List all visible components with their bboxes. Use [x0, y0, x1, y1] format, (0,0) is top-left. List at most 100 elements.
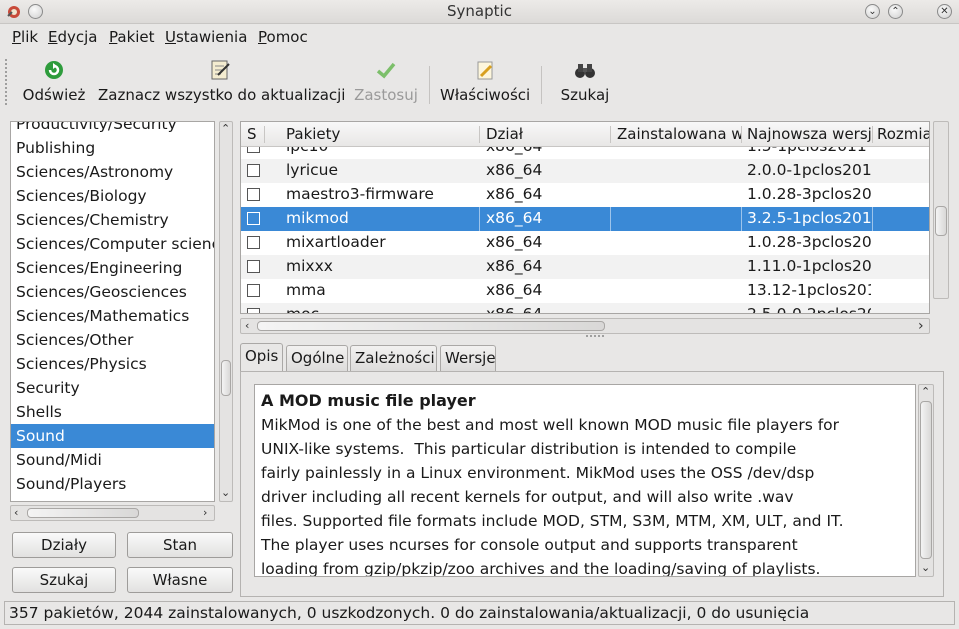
- menu-edit[interactable]: Edycja: [48, 28, 98, 46]
- search-button[interactable]: Szukaj: [558, 58, 612, 104]
- package-name: mixartloader: [286, 233, 386, 251]
- menu-settings[interactable]: Ustawienia: [165, 28, 247, 46]
- search-results-filter-button[interactable]: Szukaj: [12, 567, 116, 593]
- section-item[interactable]: Productivity/Security: [11, 122, 214, 136]
- apply-button[interactable]: Zastosuj: [354, 58, 418, 104]
- package-row[interactable]: moc x86_64 2.5.0-0.2pclos2014: [241, 303, 929, 314]
- package-table[interactable]: lpc10x86_641.5-1pclos2011lyricuex86_642.…: [240, 121, 930, 314]
- packages-vertical-scrollbar[interactable]: [933, 121, 949, 299]
- package-row[interactable]: mma x86_64 13.12-1pclos2014: [241, 279, 929, 303]
- title-bar: Synaptic ⌄ ⌃ ✕: [0, 0, 959, 24]
- maximize-button[interactable]: ⌃: [888, 4, 903, 19]
- sections-horizontal-scrollbar[interactable]: ‹ ›: [10, 505, 215, 521]
- section-item[interactable]: Shells: [11, 400, 214, 424]
- close-button[interactable]: ✕: [937, 4, 952, 19]
- sections-vertical-scrollbar[interactable]: ⌃ ⌄: [219, 121, 233, 502]
- package-row[interactable]: lyricue x86_64 2.0.0-1pclos2011: [241, 159, 929, 183]
- package-section: x86_64: [486, 257, 543, 275]
- section-item[interactable]: Sciences/Computer science: [11, 232, 214, 256]
- custom-filter-button[interactable]: Własne: [127, 567, 233, 593]
- toolbar-separator: [429, 66, 430, 104]
- section-item[interactable]: Sciences/Physics: [11, 352, 214, 376]
- scroll-down-arrow-icon[interactable]: ⌄: [921, 561, 930, 574]
- package-row[interactable]: mixartloader x86_64 1.0.28-3pclos2014: [241, 231, 929, 255]
- description-vertical-scrollbar[interactable]: ⌃ ⌄: [918, 384, 934, 577]
- package-checkbox[interactable]: [247, 212, 260, 225]
- package-checkbox[interactable]: [247, 284, 260, 297]
- status-filter-button[interactable]: Stan: [127, 532, 233, 558]
- package-row[interactable]: mixxx x86_64 1.11.0-1pclos2012: [241, 255, 929, 279]
- column-section[interactable]: Dział: [486, 125, 606, 143]
- status-bar: 357 pakietów, 2044 zainstalowanych, 0 us…: [4, 601, 955, 625]
- section-item[interactable]: Security: [11, 376, 214, 400]
- section-item[interactable]: Sciences/Geosciences: [11, 280, 214, 304]
- menu-help[interactable]: Pomoc: [258, 28, 308, 46]
- package-checkbox[interactable]: [247, 236, 260, 249]
- sections-filter-button[interactable]: Działy: [12, 532, 116, 558]
- package-checkbox[interactable]: [247, 164, 260, 177]
- package-name: lyricue: [286, 161, 339, 179]
- menu-package[interactable]: Pakiet: [109, 28, 155, 46]
- package-latest-version: 1.0.28-3pclos2014: [747, 233, 871, 251]
- tab-general[interactable]: Ogólne: [286, 345, 348, 371]
- column-package[interactable]: Pakiety: [286, 125, 476, 143]
- description-line: driver including all recent kernels for …: [261, 488, 794, 506]
- column-size[interactable]: Rozmia: [877, 125, 929, 143]
- tab-description[interactable]: Opis: [240, 343, 283, 373]
- section-item[interactable]: Publishing: [11, 136, 214, 160]
- packages-scroll-thumb[interactable]: [935, 206, 947, 236]
- package-name: maestro3-firmware: [286, 185, 434, 203]
- description-line: MikMod is one of the best and most well …: [261, 416, 840, 434]
- mark-all-upgrades-button[interactable]: Zaznacz wszystko do aktualizacji: [98, 58, 345, 104]
- scroll-up-arrow-icon[interactable]: ⌃: [221, 122, 230, 135]
- package-checkbox[interactable]: [247, 260, 260, 273]
- sections-scroll-thumb[interactable]: [221, 360, 231, 396]
- scroll-up-arrow-icon[interactable]: ⌃: [921, 385, 930, 398]
- section-item[interactable]: System/Environment/B...: [11, 496, 214, 501]
- scroll-right-arrow-icon[interactable]: ›: [203, 506, 207, 519]
- minimize-button[interactable]: ⌄: [865, 4, 880, 19]
- sections-hscroll-thumb[interactable]: [27, 508, 139, 518]
- refresh-icon: [45, 61, 63, 79]
- package-row[interactable]: mikmod x86_64 3.2.5-1pclos2014: [241, 207, 929, 231]
- properties-button[interactable]: Właściwości: [440, 58, 530, 104]
- column-installed-version[interactable]: Zainstalowana w: [617, 125, 741, 143]
- sections-list[interactable]: Productivity/Security Publishing Sciences/…: [10, 121, 215, 502]
- section-item[interactable]: Sciences/Mathematics: [11, 304, 214, 328]
- section-item[interactable]: Sound: [11, 424, 214, 448]
- packages-horizontal-scrollbar[interactable]: ‹: [240, 318, 930, 334]
- packages-hscroll-thumb[interactable]: [257, 321, 605, 331]
- description-scroll-thumb[interactable]: [920, 401, 932, 559]
- package-section: x86_64: [486, 185, 543, 203]
- package-latest-version: 13.12-1pclos2014: [747, 281, 871, 299]
- section-item[interactable]: Sciences/Biology: [11, 184, 214, 208]
- tab-versions[interactable]: Wersje: [440, 345, 496, 371]
- tab-dependencies[interactable]: Zależności: [350, 345, 437, 371]
- section-item[interactable]: Sound/Midi: [11, 448, 214, 472]
- column-status[interactable]: S: [247, 125, 261, 143]
- section-item[interactable]: Sciences/Engineering: [11, 256, 214, 280]
- section-item[interactable]: Sciences/Other: [11, 328, 214, 352]
- section-item[interactable]: Sciences/Chemistry: [11, 208, 214, 232]
- properties-icon: [477, 61, 493, 80]
- package-table-header: S Pakiety Dział Zainstalowana w Najnowsz…: [241, 122, 929, 147]
- column-latest-version[interactable]: Najnowsza wersj: [747, 125, 871, 143]
- scroll-down-arrow-icon[interactable]: ⌄: [221, 486, 230, 499]
- package-name: moc: [286, 305, 320, 314]
- package-checkbox[interactable]: [247, 188, 260, 201]
- refresh-button[interactable]: Odśwież: [22, 58, 86, 104]
- section-item[interactable]: Sciences/Astronomy: [11, 160, 214, 184]
- menu-bar: Plik Edycja Pakiet Ustawienia Pomoc: [0, 25, 959, 51]
- pane-splitter[interactable]: [585, 334, 605, 338]
- section-item[interactable]: Sound/Players: [11, 472, 214, 496]
- toolbar-separator: [541, 66, 542, 104]
- menu-file[interactable]: Plik: [12, 28, 38, 46]
- scroll-left-arrow-icon[interactable]: ‹: [14, 506, 18, 519]
- binoculars-icon: [575, 64, 595, 78]
- package-section: x86_64: [486, 161, 543, 179]
- package-latest-version: 2.0.0-1pclos2011: [747, 161, 871, 179]
- scroll-left-arrow-icon[interactable]: ‹: [245, 319, 249, 332]
- package-row[interactable]: maestro3-firmware x86_64 1.0.28-3pclos2014: [241, 183, 929, 207]
- scroll-right-arrow-icon[interactable]: ›: [918, 318, 924, 334]
- package-checkbox[interactable]: [247, 308, 260, 313]
